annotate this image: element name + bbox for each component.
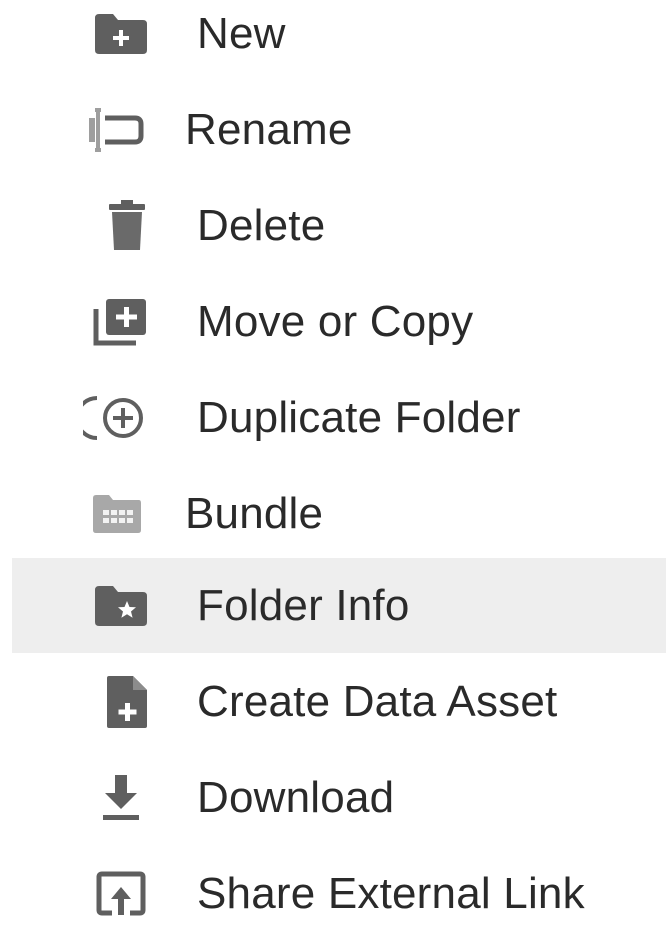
- menu-item-bundle[interactable]: Bundle: [12, 466, 666, 561]
- rename-cursor-icon: [80, 82, 150, 177]
- menu-item-label: Move or Copy: [197, 297, 474, 346]
- menu-item-share-external-link[interactable]: Share External Link: [12, 846, 666, 941]
- menu-item-download[interactable]: Download: [12, 750, 666, 845]
- context-menu: New Rename Delete Move or Copy Duplicate…: [0, 0, 666, 918]
- trash-icon: [92, 178, 162, 273]
- menu-item-duplicate-folder[interactable]: Duplicate Folder: [12, 370, 666, 465]
- menu-item-rename[interactable]: Rename: [12, 82, 666, 177]
- share-upload-icon: [86, 846, 156, 941]
- duplicate-plus-icon: [82, 370, 152, 465]
- menu-item-label: Create Data Asset: [197, 677, 558, 726]
- menu-item-label: Bundle: [185, 489, 324, 538]
- menu-item-move-or-copy[interactable]: Move or Copy: [12, 274, 666, 369]
- folder-star-icon: [86, 558, 156, 653]
- menu-item-label: Delete: [197, 201, 326, 250]
- file-plus-icon: [92, 654, 162, 749]
- copy-plus-icon: [86, 274, 156, 369]
- menu-item-label: Folder Info: [197, 581, 410, 630]
- menu-item-delete[interactable]: Delete: [12, 178, 666, 273]
- menu-item-folder-info[interactable]: Folder Info: [12, 558, 666, 653]
- download-icon: [86, 750, 156, 845]
- menu-item-new[interactable]: New: [12, 0, 666, 81]
- menu-item-label: Rename: [185, 105, 353, 154]
- menu-item-label: Download: [197, 773, 395, 822]
- menu-item-label: Share External Link: [197, 869, 585, 918]
- menu-item-label: Duplicate Folder: [197, 393, 521, 442]
- menu-item-label: New: [197, 9, 286, 58]
- folder-plus-icon: [86, 0, 156, 81]
- menu-item-create-data-asset[interactable]: Create Data Asset: [12, 654, 666, 749]
- folder-grid-icon: [82, 466, 152, 561]
